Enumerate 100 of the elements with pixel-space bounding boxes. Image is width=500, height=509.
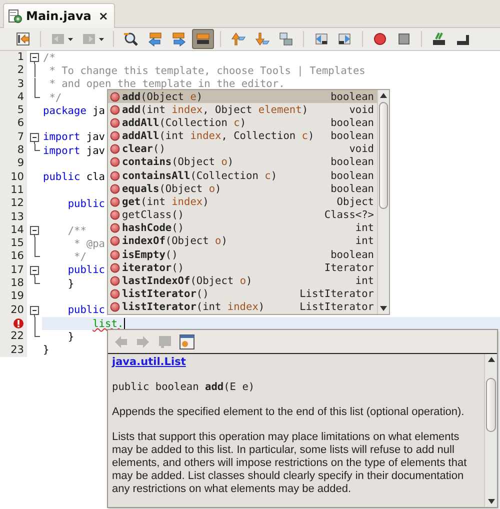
description-paragraph: Lists that support this operation may place limitations on what elements may be added to this list. In particular, some lists will refuse to add null elements, and others will impose restrictions on the type of elements that may be added. List classes should clearly specify in their documentation any restrictions on what elements may be added. — [112, 431, 468, 496]
scroll-up-icon[interactable] — [380, 93, 387, 98]
completion-item[interactable]: add(Object e) boolean — [108, 90, 377, 104]
return-type: Iterator — [324, 262, 374, 274]
method-icon — [110, 302, 120, 312]
return-type: boolean — [330, 156, 374, 168]
completion-item[interactable]: get(int index) Object — [108, 195, 377, 209]
down-arrow-icon — [254, 31, 270, 47]
caret-icon — [99, 38, 104, 40]
scroll-down-icon[interactable] — [380, 306, 387, 311]
method-icon — [110, 276, 120, 286]
line-number: 5 — [17, 104, 24, 118]
completion-item[interactable]: listIterator() ListIterator — [108, 288, 377, 301]
code-line: public — [66, 304, 106, 316]
collapse-icon — [29, 304, 40, 317]
method-signature: getClass() — [122, 209, 186, 222]
return-type: Object — [336, 196, 374, 208]
method-icon — [110, 210, 120, 220]
indent-icon — [337, 31, 353, 47]
line-number: 12 — [10, 197, 24, 211]
completion-item[interactable]: addAll(Collection c) boolean — [108, 116, 377, 130]
code-line: } — [43, 344, 50, 356]
method-icon — [110, 92, 120, 102]
fold-end-line — [34, 144, 40, 152]
method-icon — [110, 289, 120, 300]
return-type: ListIterator — [300, 288, 374, 300]
completion-item[interactable]: getClass() Class<?> — [108, 208, 377, 222]
completion-item[interactable]: isEmpty() boolean — [108, 248, 377, 262]
record-icon — [372, 31, 388, 47]
completion-item[interactable]: indexOf(Object o) int — [108, 234, 377, 248]
completion-item[interactable]: lastIndexOf(Object o) int — [108, 274, 377, 288]
doc-toolbar-button[interactable] — [178, 332, 196, 350]
completion-item[interactable]: hashCode() int — [108, 222, 377, 235]
scrollbar-thumb[interactable] — [486, 378, 496, 432]
back-icon — [113, 334, 129, 350]
fold-line — [34, 237, 36, 250]
return-type: void — [349, 104, 374, 116]
method-signature: iterator() — [122, 262, 186, 274]
fold-end-line — [34, 277, 40, 284]
completion-item[interactable]: add(int index, Object element) void — [108, 103, 377, 116]
line-number: 13 — [10, 210, 24, 224]
line-number: 16 — [10, 250, 24, 264]
close-button[interactable]: × — [98, 9, 108, 23]
completion-item[interactable]: contains(Object o) boolean — [108, 156, 377, 170]
return-type: boolean — [330, 116, 374, 129]
highlight-icon — [195, 31, 211, 47]
method-signature: addAll(int index, Collection c) — [122, 130, 316, 142]
line-number: 14 — [10, 224, 24, 238]
line-number: 23 — [10, 344, 24, 357]
scrollbar[interactable] — [484, 354, 497, 507]
find-icon — [123, 31, 139, 47]
method-signature: clear() — [122, 143, 166, 156]
scrollbar[interactable] — [377, 90, 389, 314]
source-icon — [157, 334, 173, 350]
completion-item[interactable]: clear() void — [108, 142, 377, 156]
completion-item[interactable]: equals(Object o) boolean — [108, 182, 377, 196]
scrollbar-thumb[interactable] — [379, 102, 388, 209]
line-number: 18 — [10, 277, 24, 290]
find-next-icon — [171, 31, 187, 47]
method-signature: containsAll(Collection c) — [122, 170, 278, 182]
up-arrow-icon — [230, 31, 246, 47]
line-number: 4 — [17, 90, 24, 104]
code-line: list. — [92, 318, 124, 330]
caret-icon — [68, 38, 73, 40]
completion-item[interactable]: listIterator(int index) ListIterator — [108, 300, 377, 314]
method-icon — [110, 250, 120, 260]
code-line: * To change this template, choose Tools | Templates — [48, 64, 366, 77]
line-number: 20 — [10, 304, 24, 317]
method-signature: add(int index, Object element) — [122, 104, 310, 116]
fold-end-line — [34, 330, 40, 338]
next-icon — [81, 31, 97, 47]
code-line: import jav — [43, 144, 106, 157]
scroll-down-icon[interactable] — [488, 499, 494, 504]
collapse-icon — [29, 224, 40, 238]
completion-item[interactable]: iterator() Iterator — [108, 261, 377, 274]
previous-icon — [50, 31, 66, 47]
line-number: 3 — [17, 78, 24, 91]
completion-item[interactable]: containsAll(Collection c) boolean — [108, 169, 377, 182]
class-link[interactable]: java.util.List — [112, 356, 186, 369]
editor-tab[interactable]: Main.java × — [3, 3, 116, 28]
java-file-icon — [8, 9, 22, 23]
line-number: 9 — [17, 157, 24, 171]
method-icon — [110, 262, 120, 273]
method-icon — [110, 157, 120, 168]
code-line: public cla — [43, 171, 106, 184]
line-number: 1 — [17, 51, 24, 64]
code-line: /** — [66, 224, 86, 236]
code-line: */ — [48, 92, 62, 104]
completion-item[interactable]: addAll(int index, Collection c) boolean — [108, 130, 377, 143]
line-number: 7 — [17, 130, 24, 144]
method-icon — [110, 223, 120, 234]
toolbar-button[interactable] — [192, 29, 214, 49]
browser-icon — [179, 334, 195, 350]
method-signature: equals(Object o) — [122, 182, 222, 195]
stop-icon — [396, 31, 412, 47]
line-number: 15 — [10, 237, 24, 250]
scroll-up-icon[interactable] — [488, 357, 494, 362]
code-line: } — [66, 278, 74, 290]
method-icon — [110, 144, 120, 154]
return-type: void — [349, 143, 374, 156]
